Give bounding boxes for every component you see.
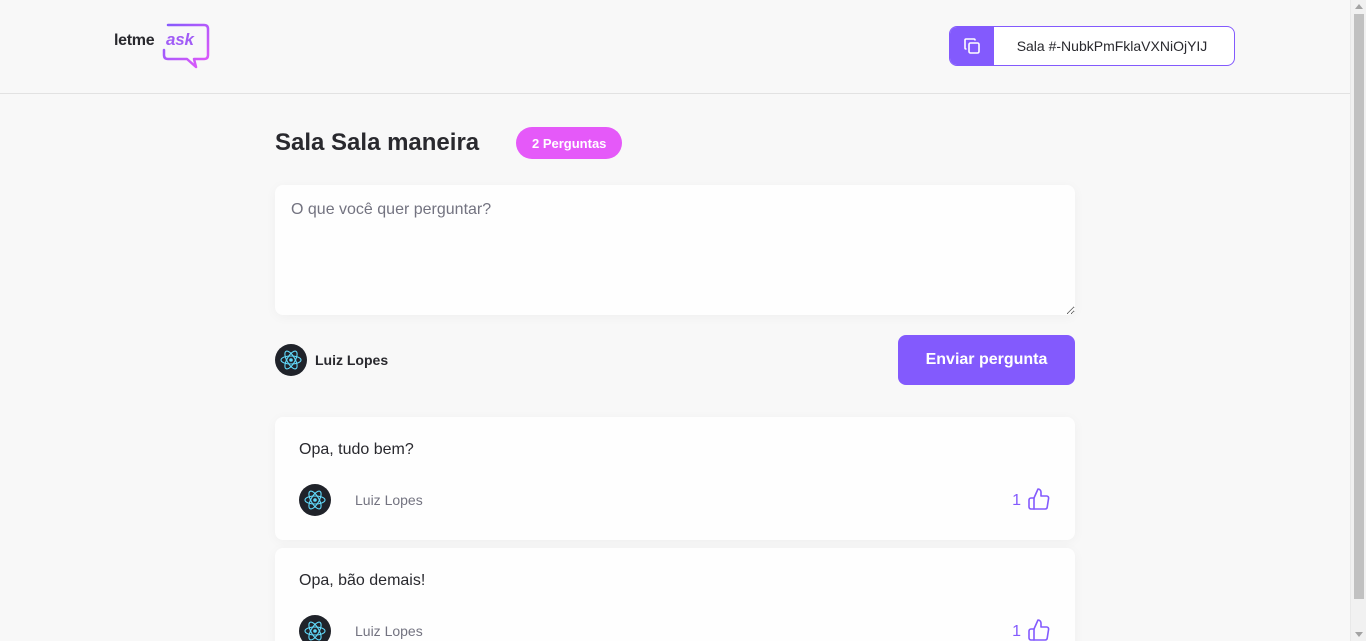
scroll-thumb[interactable] [1354,14,1364,599]
room-code-button[interactable]: Sala #-NubkPmFklaVXNiOjYIJ [949,26,1235,66]
copy-icon[interactable] [950,27,994,65]
question-card: Opa, tudo bem? Luiz Lopes 1 [275,417,1075,540]
avatar [299,615,331,641]
like-count: 1 [1012,492,1021,509]
current-user-name: Luiz Lopes [315,352,389,368]
react-logo-icon [304,621,326,641]
react-logo-icon [280,350,302,370]
room-title: Sala Sala maneira [275,129,480,156]
thumbs-up-icon [1028,488,1050,510]
question-count-badge: 2 Perguntas [516,127,623,159]
scroll-down-icon[interactable] [1355,632,1363,637]
like-button[interactable]: 1 [1012,487,1051,511]
scrollbar[interactable] [1350,0,1366,641]
question-card: Opa, bão demais! Luiz Lopes 1 [275,548,1075,641]
scroll-up-icon[interactable] [1355,4,1363,9]
current-user-info: Luiz Lopes [275,344,388,376]
question-author: Luiz Lopes [299,615,423,641]
logo-text-accent: ask [166,30,194,49]
like-button[interactable]: 1 [1012,618,1051,641]
avatar [275,344,307,376]
thumbs-up-icon [1028,619,1050,641]
send-question-button[interactable]: Enviar pergunta [898,335,1075,385]
room-code-label: Sala #-NubkPmFklaVXNiOjYIJ [1016,38,1208,54]
letmeask-logo[interactable]: letme ask [114,22,210,70]
question-text: Opa, tudo bem? [299,441,414,458]
page-header: letme ask Sala #-NubkPmFklaVXNiOjYIJ [0,0,1350,94]
react-logo-icon [304,490,326,510]
avatar [299,484,331,516]
logo-text-main: letme [114,32,155,49]
author-name: Luiz Lopes [355,492,423,508]
question-input[interactable] [275,185,1075,315]
author-name: Luiz Lopes [355,623,423,639]
like-count: 1 [1012,623,1021,640]
question-text: Opa, bão demais! [299,572,426,589]
question-author: Luiz Lopes [299,484,423,516]
